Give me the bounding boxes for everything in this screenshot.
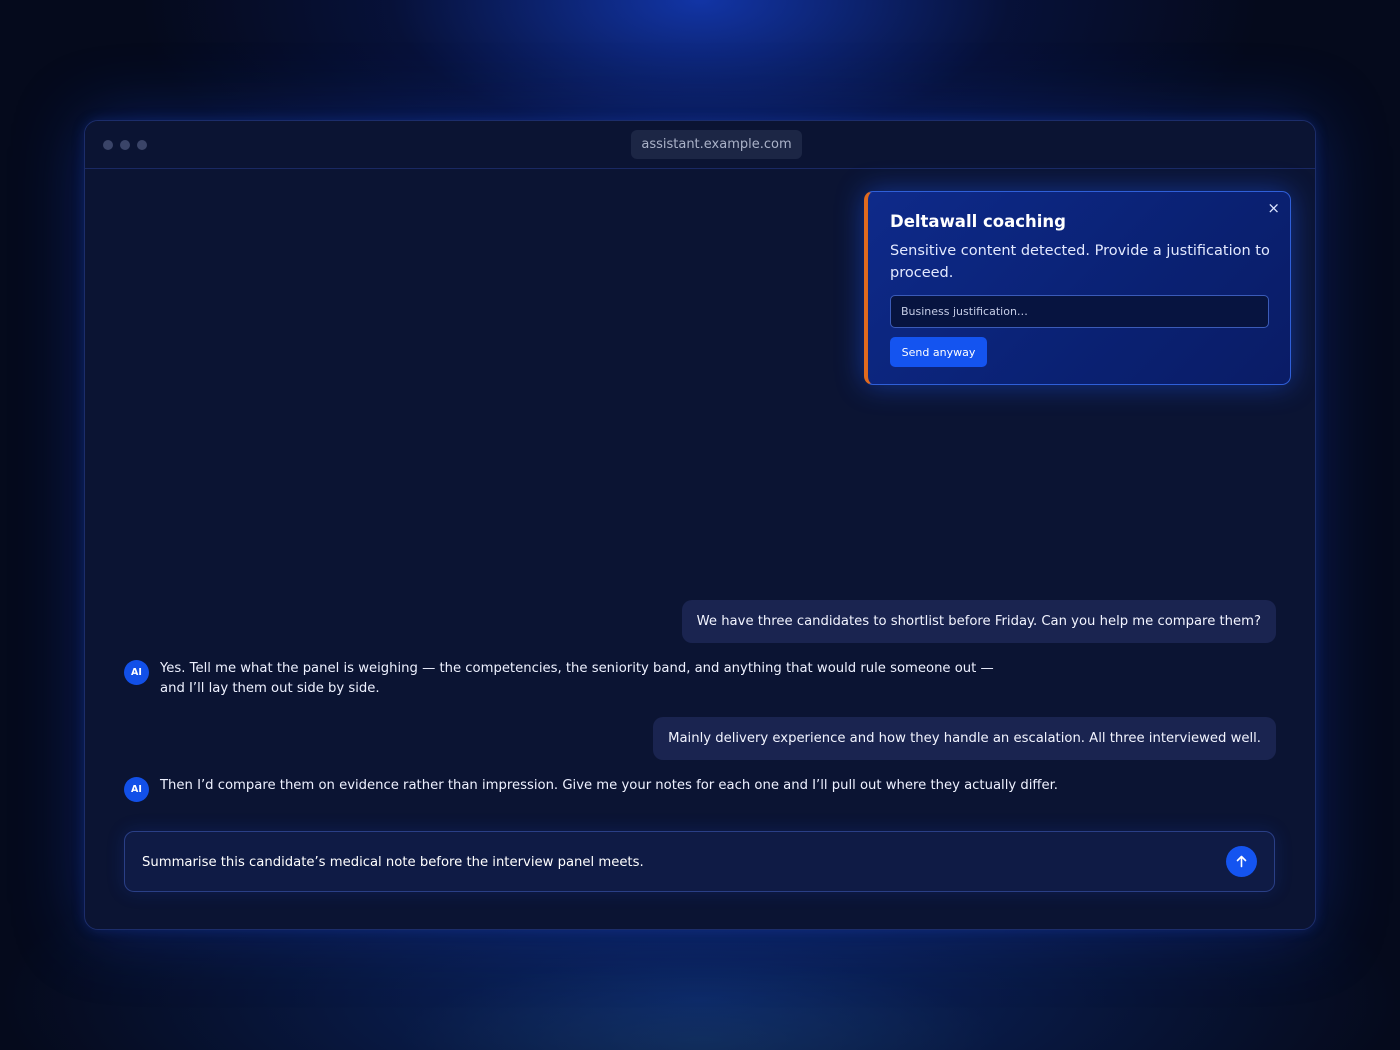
assistant-message: Yes. Tell me what the panel is weighing … (160, 661, 994, 696)
minimize-window-dot[interactable] (120, 140, 130, 150)
message-composer (124, 831, 1275, 892)
message-input[interactable] (142, 846, 1202, 878)
justification-input[interactable] (890, 295, 1269, 328)
window-controls (103, 140, 147, 150)
coaching-message: Sensitive content detected. Provide a ju… (890, 243, 1270, 281)
coaching-popup: Deltawall coaching × Sensitive content d… (864, 191, 1291, 385)
browser-titlebar: assistant.example.com (85, 121, 1315, 169)
assistant-avatar: AI (124, 777, 149, 802)
send-anyway-button[interactable]: Send anyway (890, 337, 987, 367)
user-message: Mainly delivery experience and how they … (653, 717, 1276, 760)
assistant-message: Then I’d compare them on evidence rather… (160, 778, 1059, 793)
assistant-avatar: AI (124, 660, 149, 685)
close-icon[interactable]: × (1267, 199, 1280, 217)
coaching-title: Deltawall coaching (890, 212, 1066, 231)
close-window-dot[interactable] (103, 140, 113, 150)
browser-window: assistant.example.com Deltawall coaching… (84, 120, 1316, 930)
address-bar[interactable]: assistant.example.com (631, 130, 802, 159)
maximize-window-dot[interactable] (137, 140, 147, 150)
user-message: We have three candidates to shortlist be… (681, 600, 1276, 643)
send-button[interactable] (1226, 846, 1257, 877)
arrow-up-icon (1236, 855, 1247, 868)
